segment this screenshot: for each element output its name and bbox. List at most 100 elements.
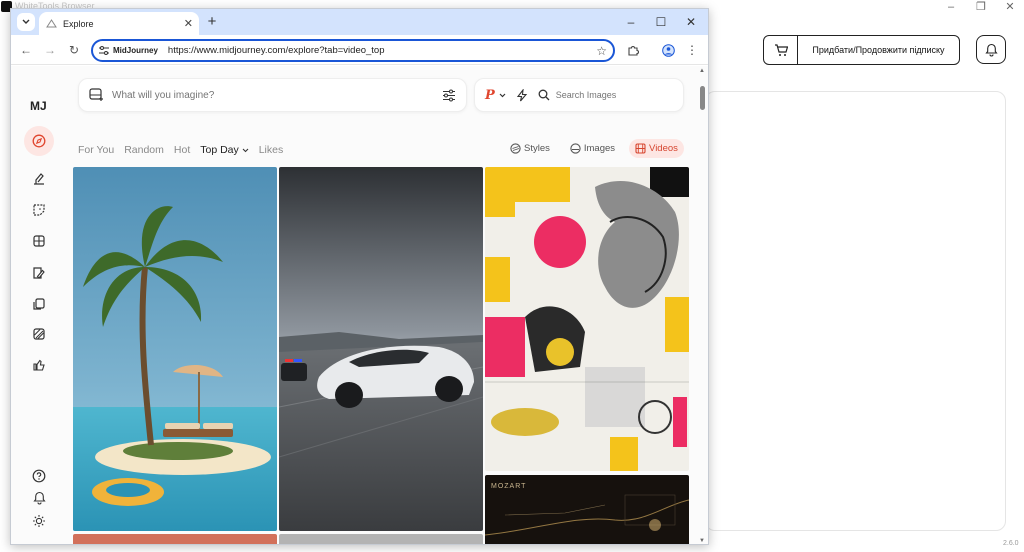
chevron-down-icon <box>242 148 249 153</box>
chevron-down-icon[interactable] <box>499 93 506 98</box>
sidebar-item-styles[interactable] <box>27 322 51 346</box>
midjourney-page: MJ What will you imagine? P Search Image… <box>11 66 708 544</box>
site-info-chip[interactable]: MidJourney <box>99 46 158 55</box>
cart-icon <box>764 36 798 64</box>
copy-icon <box>33 298 45 310</box>
reload-icon[interactable]: ↻ <box>65 41 83 59</box>
tab-random[interactable]: Random <box>124 144 164 156</box>
notifications-button[interactable] <box>976 35 1006 64</box>
search-bar: P <box>474 78 684 112</box>
type-images-label: Images <box>583 142 616 154</box>
palm-island-image <box>73 167 277 531</box>
prompt-bar[interactable] <box>78 78 467 112</box>
settings-sliders-icon[interactable] <box>442 89 456 102</box>
type-videos-label: Videos <box>649 142 678 154</box>
sidebar-item-explore[interactable] <box>24 126 54 156</box>
tune-icon <box>99 46 109 55</box>
bell-icon <box>32 491 46 505</box>
tab-likes[interactable]: Likes <box>259 144 284 156</box>
forward-icon[interactable]: → <box>41 41 59 59</box>
profile-icon[interactable] <box>659 41 677 59</box>
tab-close-icon[interactable]: ✕ <box>184 17 193 30</box>
mozart-card[interactable]: MOZART <box>485 475 689 544</box>
thumbs-up-icon <box>33 359 45 371</box>
browser-minimize-icon[interactable]: – <box>618 13 644 31</box>
browser-menu-icon[interactable]: ⋮ <box>683 41 701 59</box>
browser-window: Explore ✕ + – ☐ ✕ ← → ↻ MidJourney https… <box>10 8 709 545</box>
next-row-card-1[interactable] <box>73 534 277 544</box>
collage-card[interactable] <box>485 167 689 471</box>
scrollbar-thumb[interactable] <box>700 86 705 110</box>
host-content-panel <box>705 91 1006 531</box>
restore-icon[interactable]: ❐ <box>968 0 994 14</box>
sidebar-item-create[interactable] <box>27 167 51 191</box>
subscribe-label: Придбати/Продовжити підписку <box>812 45 945 55</box>
edit-image-icon <box>33 267 45 279</box>
new-tab-button[interactable]: + <box>203 13 221 31</box>
tab-search-button[interactable] <box>17 13 35 31</box>
compass-icon <box>32 134 46 148</box>
sidebar-item-likes[interactable] <box>27 353 51 377</box>
midjourney-favicon-icon <box>45 18 57 30</box>
close-icon[interactable]: ✕ <box>997 0 1023 14</box>
media-type-tabs: Styles Images Videos <box>504 137 684 159</box>
bell-icon <box>984 43 998 56</box>
grid-icon <box>33 235 45 247</box>
browser-toolbar: ← → ↻ MidJourney https://www.midjourney.… <box>11 35 708 65</box>
browser-close-icon[interactable]: ✕ <box>678 13 704 31</box>
site-chip-label: MidJourney <box>113 46 158 55</box>
tab-top-day-label: Top Day <box>200 144 239 156</box>
scroll-up-arrow[interactable]: ▲ <box>699 68 705 74</box>
brush-icon <box>34 173 44 185</box>
tab-hot[interactable]: Hot <box>174 144 190 156</box>
sun-icon <box>33 515 45 527</box>
tab-for-you[interactable]: For You <box>78 144 114 156</box>
image-icon <box>570 142 581 154</box>
url-text[interactable]: https://www.midjourney.com/explore?tab=v… <box>168 45 596 56</box>
add-image-icon[interactable] <box>89 88 104 102</box>
pattern-icon <box>33 328 45 340</box>
version-label: 2.6.0 <box>1003 540 1019 547</box>
extensions-icon[interactable] <box>624 41 642 59</box>
type-images[interactable]: Images <box>564 139 621 158</box>
sticker-icon <box>33 204 45 216</box>
sidebar-item-edit[interactable] <box>27 198 51 222</box>
subscribe-button[interactable]: Придбати/Продовжити підписку <box>763 35 960 65</box>
type-styles-label: Styles <box>524 142 550 154</box>
lightning-icon[interactable] <box>516 88 528 102</box>
sports-car-image <box>279 167 483 531</box>
browser-maximize-icon[interactable]: ☐ <box>648 13 674 31</box>
mozart-image <box>485 494 689 536</box>
scroll-down-arrow[interactable]: ▼ <box>699 538 705 544</box>
midjourney-logo[interactable]: MJ <box>30 99 47 113</box>
prompt-input[interactable] <box>112 89 442 101</box>
theme-toggle-button[interactable] <box>27 509 51 533</box>
palm-island-card[interactable] <box>73 167 277 531</box>
feed-filter-tabs: For You Random Hot Top Day Likes <box>78 140 283 160</box>
collage-image <box>485 167 689 471</box>
sports-car-card[interactable] <box>279 167 483 531</box>
palette-icon <box>510 142 521 154</box>
tab-title: Explore <box>63 18 94 29</box>
search-icon <box>538 89 550 101</box>
address-bar[interactable]: MidJourney https://www.midjourney.com/ex… <box>91 39 615 62</box>
help-icon <box>32 469 46 483</box>
sidebar-item-organize[interactable] <box>27 229 51 253</box>
sidebar-item-moodboards[interactable] <box>27 292 51 316</box>
next-row-card-2[interactable] <box>279 534 483 544</box>
help-button[interactable] <box>27 464 51 488</box>
back-icon[interactable]: ← <box>17 41 35 59</box>
notifications-side-button[interactable] <box>27 486 51 510</box>
search-input[interactable] <box>555 90 636 100</box>
sidebar-item-personalize[interactable] <box>27 261 51 285</box>
tab-explore[interactable]: Explore ✕ <box>39 12 199 35</box>
tab-top-day[interactable]: Top Day <box>200 144 249 156</box>
minimize-icon[interactable]: – <box>938 0 964 14</box>
tab-strip: Explore ✕ + – ☐ ✕ <box>11 9 708 35</box>
film-icon <box>635 142 646 154</box>
type-videos[interactable]: Videos <box>629 138 684 158</box>
bookmark-star-icon[interactable]: ☆ <box>596 44 607 58</box>
personalize-p-button[interactable]: P <box>485 88 495 103</box>
chevron-down-icon <box>22 19 30 24</box>
type-styles[interactable]: Styles <box>504 139 556 158</box>
